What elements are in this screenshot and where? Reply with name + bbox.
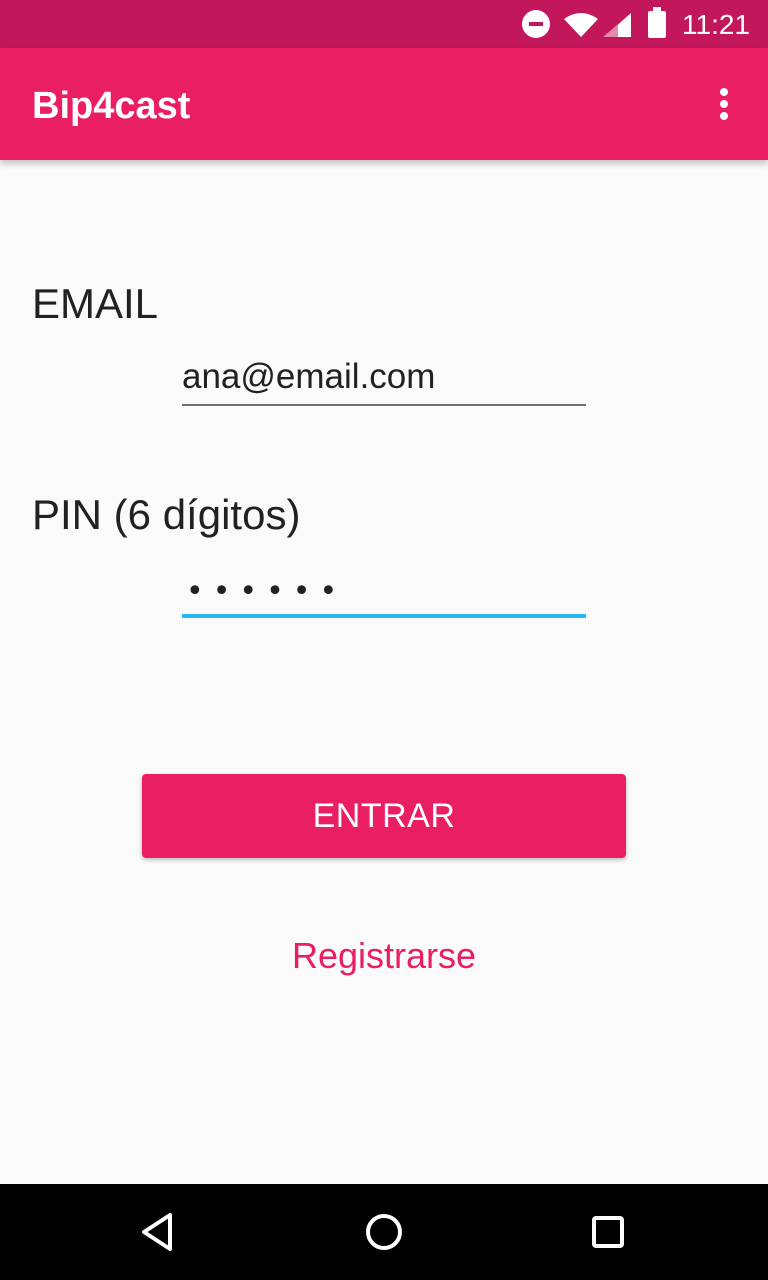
cell-signal-icon: [603, 13, 631, 37]
pin-field-container[interactable]: ••••••: [182, 566, 586, 618]
pin-label: PIN (6 dígitos): [32, 491, 301, 538]
back-icon[interactable]: [134, 1206, 186, 1258]
wifi-icon: [564, 13, 598, 37]
app-title: Bip4cast: [32, 85, 191, 127]
battery-icon: [648, 7, 666, 38]
pin-input[interactable]: ••••••: [186, 574, 346, 609]
email-label: EMAIL: [32, 280, 159, 327]
status-bar: 11:21: [0, 0, 768, 48]
more-vert-icon[interactable]: [708, 86, 740, 122]
navigation-bar: [0, 1184, 768, 1280]
status-time: 11:21: [682, 9, 750, 40]
email-input[interactable]: [182, 356, 586, 404]
email-field-container: [182, 356, 586, 406]
login-button[interactable]: ENTRAR: [142, 774, 626, 858]
recents-icon[interactable]: [582, 1206, 634, 1258]
login-screen: 11:21 Bip4cast EMAIL PIN (6 dígitos) •••…: [0, 0, 768, 1280]
app-bar: Bip4cast: [0, 48, 768, 160]
do-not-disturb-icon: [522, 10, 550, 38]
register-link[interactable]: Registrarse: [0, 934, 768, 978]
home-icon[interactable]: [358, 1206, 410, 1258]
